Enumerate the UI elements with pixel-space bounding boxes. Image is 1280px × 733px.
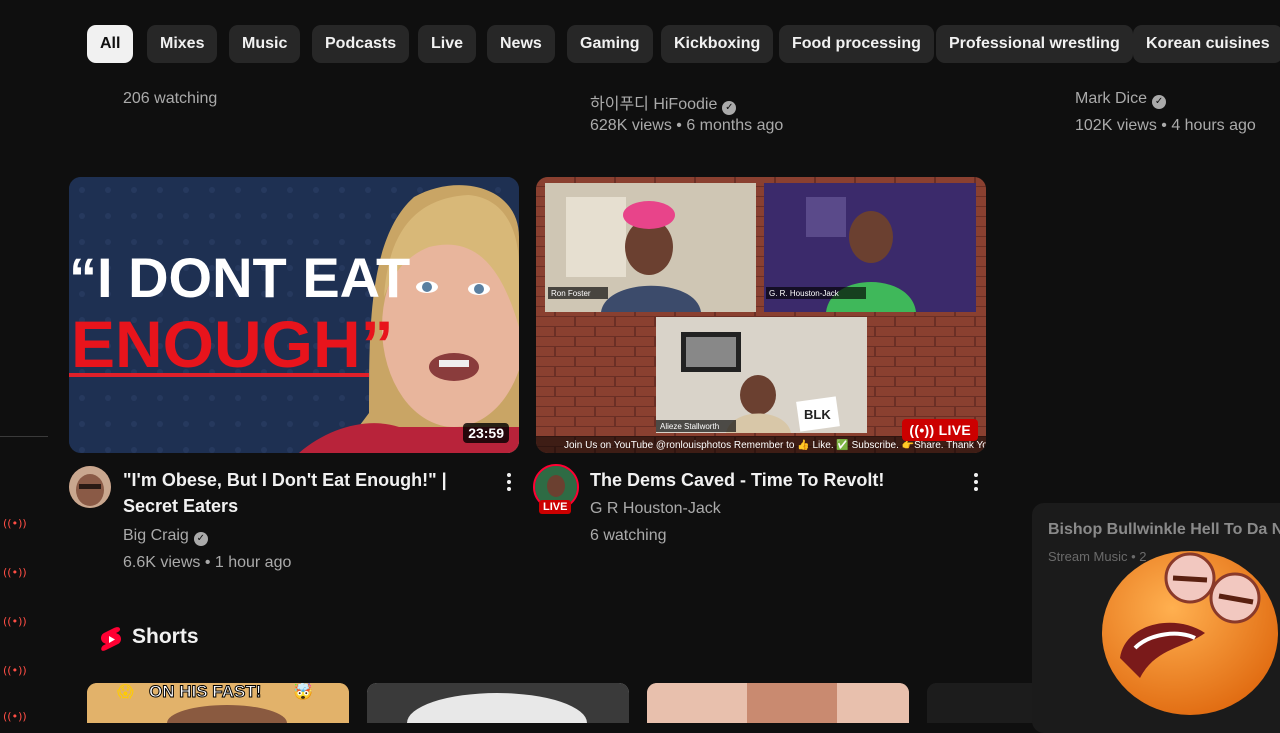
live-icon[interactable]: ((•)) [3,664,27,677]
live-video-thumbnail[interactable]: Ron Foster G. R. Houston-Jack BLK Alieze… [536,177,986,453]
channel-name[interactable]: 하이푸디 HiFoodie ✓ [590,90,737,115]
thumbnail-art: “I DONT EAT ENOUGH” [69,177,519,453]
name-tag: G. R. Houston-Jack [769,289,840,298]
chip-kickboxing[interactable]: Kickboxing [661,25,774,63]
shorts-icon [101,627,121,651]
live-icon[interactable]: ((•)) [3,710,27,723]
channel-name[interactable]: G R Houston-Jack [590,500,721,518]
short-thumbnail[interactable]: 😱 ON HIS FAST! 🤯 [87,683,349,723]
channel-name-text[interactable]: Mark Dice [1075,90,1147,107]
chip-professional-wrestling[interactable]: Professional wrestling [936,25,1133,63]
more-actions-icon[interactable] [966,471,986,495]
name-tag: Alieze Stallworth [660,422,719,431]
emoji-sticker [1102,551,1278,715]
short-thumbnail[interactable] [647,683,909,723]
live-badge: ((•)) LIVE [902,419,978,441]
live-icon: ((•)) [909,422,939,438]
emoji-icon: 🤯 [293,683,313,701]
channel-name[interactable]: Mark Dice ✓ [1075,90,1167,109]
verified-icon: ✓ [722,101,737,115]
mini-player-title[interactable]: Bishop Bullwinkle Hell To Da Naw [1048,521,1280,539]
chip-live[interactable]: Live [418,25,477,63]
video-meta: 6.6K views • 1 hour ago [123,554,292,571]
left-rail: ((•)) ((•)) ((•)) ((•)) ((•)) [0,0,48,723]
channel-name-text[interactable]: 하이푸디 HiFoodie [590,96,717,113]
verified-icon: ✓ [1152,95,1167,109]
video-meta: 206 watching [123,90,218,107]
duration-badge: 23:59 [463,423,509,443]
avatar-image [69,466,111,508]
video-title[interactable]: The Dems Caved - Time To Revolt! [590,467,960,493]
channel-avatar[interactable] [69,466,111,508]
video-thumbnail[interactable]: “I DONT EAT ENOUGH” 23:59 [69,177,519,453]
verified-icon: ✓ [193,532,208,546]
chip-podcasts[interactable]: Podcasts [312,25,410,63]
short-thumbnail[interactable] [367,683,629,723]
video-title[interactable]: "I'm Obese, But I Don't Eat Enough!" | S… [123,467,488,519]
chip-food-processing[interactable]: Food processing [779,25,934,63]
short-caption: ON HIS FAST! [149,683,261,701]
filter-chips-bar: All Mixes Music Podcasts Live News Gamin… [0,0,1280,78]
short-art: 😱 ON HIS FAST! 🤯 [87,683,349,723]
rail-divider [0,436,48,437]
shorts-section-title: Shorts [132,625,199,648]
sign-text: BLK [804,407,831,422]
short-art [647,683,909,723]
thumbnail-art: Ron Foster G. R. Houston-Jack BLK Alieze… [536,177,986,453]
name-tag: Ron Foster [551,289,591,298]
video-meta: 102K views • 4 hours ago [1075,117,1256,134]
live-icon[interactable]: ((•)) [3,615,27,628]
chip-all[interactable]: All [87,25,134,63]
thumbnail-text-line1: “I DONT EAT [69,246,410,309]
chip-gaming[interactable]: Gaming [567,25,653,63]
avatar-live-badge: LIVE [539,500,572,514]
thumbnail-text-line2: ENOUGH” [71,307,394,381]
short-art [367,683,629,723]
video-meta: 6 watching [590,527,667,544]
channel-name-text[interactable]: Big Craig [123,527,189,544]
emoji-icon: 😱 [117,683,134,701]
chip-mixes[interactable]: Mixes [147,25,218,63]
channel-name[interactable]: Big Craig ✓ [123,527,208,546]
video-meta: 628K views • 6 months ago [590,117,784,134]
chip-news[interactable]: News [487,25,555,63]
live-badge-text: LIVE [938,422,971,438]
chip-korean-cuisines[interactable]: Korean cuisines [1133,25,1280,63]
live-icon[interactable]: ((•)) [3,566,27,579]
chip-music[interactable]: Music [229,25,301,63]
live-icon[interactable]: ((•)) [3,517,27,530]
more-actions-icon[interactable] [499,471,519,495]
